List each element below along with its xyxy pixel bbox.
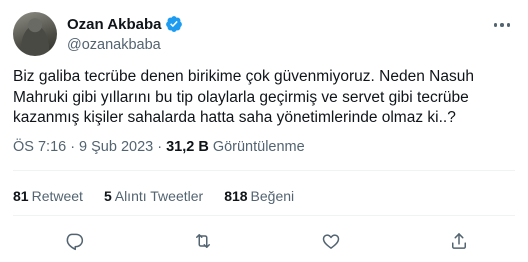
- avatar[interactable]: [13, 12, 57, 56]
- author-handle[interactable]: @ozanakbaba: [67, 37, 161, 53]
- like-icon: [322, 234, 340, 249]
- views-count: 31,2 B: [166, 139, 209, 155]
- retweets-label: Retweet: [31, 188, 83, 204]
- quotes-label: Alıntı Tweetler: [114, 188, 204, 204]
- retweets-count: 81: [13, 188, 29, 204]
- likes-count: 818: [224, 188, 248, 204]
- likes-label: Beğeni: [250, 188, 295, 204]
- verified-badge-icon: [166, 16, 183, 32]
- author-display-name[interactable]: Ozan Akbaba: [67, 16, 161, 33]
- retweets-stat[interactable]: 81 Retweet: [13, 188, 83, 204]
- quotes-count: 5: [103, 188, 112, 204]
- meta-separator: ·: [157, 139, 163, 155]
- reply-icon: [66, 233, 84, 251]
- quotes-stat[interactable]: 5 Alıntı Tweetler: [104, 188, 203, 204]
- reply-button[interactable]: [61, 228, 87, 254]
- views-label: Görüntülenme: [212, 139, 305, 155]
- likes-stat[interactable]: 818 Beğeni: [224, 188, 294, 204]
- divider: [13, 170, 515, 171]
- action-bar: [0, 228, 528, 254]
- share-icon: [452, 233, 466, 249]
- retweet-icon: [196, 234, 210, 248]
- retweet-button[interactable]: [190, 228, 216, 254]
- like-button[interactable]: [318, 228, 344, 254]
- tweet-meta: ÖS 7:16 · 9 Şub 2023 · 31,2 B Görüntülen…: [13, 139, 305, 155]
- tweet-time[interactable]: ÖS 7:16: [13, 139, 66, 155]
- tweet-text: Biz galiba tecrübe denen birikime çok gü…: [13, 68, 479, 126]
- more-options-icon[interactable]: [490, 15, 514, 35]
- tweet-date[interactable]: 9 Şub 2023: [79, 139, 153, 155]
- meta-separator: ·: [70, 139, 76, 155]
- tweet-stats: 81 Retweet 5 Alıntı Tweetler 818 Beğeni: [13, 188, 294, 204]
- divider: [13, 215, 515, 216]
- share-button[interactable]: [446, 228, 472, 254]
- author-name-row: Ozan Akbaba: [67, 15, 183, 33]
